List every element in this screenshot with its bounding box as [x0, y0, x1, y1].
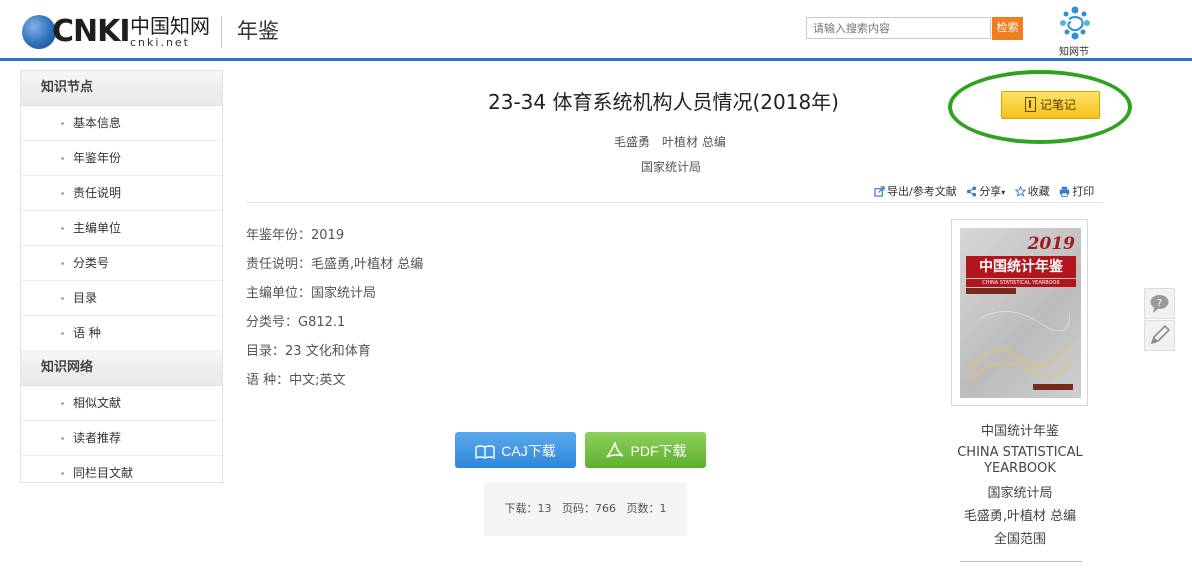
- svg-text:?: ?: [1157, 298, 1162, 309]
- article-organization[interactable]: 国家统计局: [641, 158, 701, 175]
- zhiwangjie-label: 知网节: [1059, 47, 1089, 58]
- divider: [960, 561, 1082, 562]
- sidebar-item-yearbook-year[interactable]: 年鉴年份: [21, 141, 222, 176]
- print-button[interactable]: 打印: [1059, 183, 1094, 199]
- cover-wave-graphic: [970, 311, 1070, 379]
- article-toolbar: 导出/参考文献 分享▾ 收藏 打印: [874, 183, 1100, 201]
- sidebar-item-responsibility[interactable]: 责任说明: [21, 176, 222, 211]
- pencil-icon: [1150, 324, 1171, 345]
- pdf-download-label: PDF下载: [630, 443, 687, 459]
- sidebar-group-title: 知识节点: [21, 71, 222, 106]
- book-scope: 全国范围: [993, 532, 1046, 547]
- article-editors[interactable]: 毛盛勇 叶植材 总编: [614, 133, 726, 150]
- favorite-label: 收藏: [1027, 185, 1050, 198]
- edit-button[interactable]: [1144, 320, 1175, 351]
- left-sidebar: 知识节点 基本信息 年鉴年份 责任说明 主编单位 分类号 目录 语 种 知识网络…: [20, 70, 223, 483]
- metadata-list: 年鉴年份：2019 责任说明：毛盛勇,叶植材 总编 主编单位：国家统计局 分类号…: [246, 226, 423, 400]
- sidebar-item-language[interactable]: 语 种: [21, 316, 222, 351]
- logo-cn: 中国知网: [130, 14, 210, 38]
- meta-value[interactable]: 毛盛勇,叶植材 总编: [311, 257, 423, 272]
- chevron-down-icon: ▾: [1001, 188, 1006, 197]
- meta-key: 语 种：: [246, 373, 290, 388]
- pages-count: 1: [659, 502, 667, 515]
- meta-key: 责任说明：: [246, 257, 312, 272]
- sidebar-item-editor-unit[interactable]: 主编单位: [21, 211, 222, 246]
- notebook-icon: [1024, 97, 1036, 112]
- sidebar-item-basic-info[interactable]: 基本信息: [21, 106, 222, 141]
- meta-value: 中文;英文: [289, 373, 346, 388]
- meta-row-responsibility: 责任说明：毛盛勇,叶植材 总编: [246, 255, 423, 284]
- share-button[interactable]: 分享▾: [966, 183, 1005, 199]
- downloads-count: 13: [537, 502, 552, 515]
- print-label: 打印: [1072, 185, 1095, 198]
- book-cover-image: 2019 中国统计年鉴 CHINA STATISTICAL YEARBOOK: [960, 228, 1081, 398]
- page-label: 页码：: [562, 502, 595, 515]
- star-icon: [1014, 186, 1026, 197]
- pdf-download-button[interactable]: PDF下载: [585, 432, 706, 468]
- header: CNKI 中国知网 cnki.net 年鉴 检索 知网节: [0, 0, 1192, 61]
- zhiwangjie-icon: [1060, 6, 1090, 40]
- sidebar-item-classification[interactable]: 分类号: [21, 246, 222, 281]
- header-divider: [221, 17, 222, 47]
- sidebar-item-contents[interactable]: 目录: [21, 281, 222, 316]
- export-label: 导出/参考文献: [887, 185, 957, 198]
- meta-key: 分类号：: [246, 315, 299, 330]
- meta-key: 年鉴年份：: [246, 228, 312, 243]
- book-open-icon: [475, 445, 495, 460]
- page-title: 23-34 体育系统机构人员情况(2018年): [488, 90, 839, 114]
- book-editors: 毛盛勇,叶植材 总编: [963, 509, 1077, 524]
- cover-subtitle: CHINA STATISTICAL YEARBOOK: [966, 279, 1076, 287]
- export-icon: [874, 186, 885, 197]
- cover-title: 中国统计年鉴: [966, 256, 1076, 278]
- pages-label: 页数：: [626, 502, 660, 515]
- logo-sub: cnki.net: [130, 36, 190, 49]
- take-note-button[interactable]: 记笔记: [1001, 91, 1100, 119]
- meta-row-contents: 目录：23 文化和体育: [246, 342, 423, 371]
- logo-text: CNKI: [52, 14, 131, 49]
- search-input[interactable]: [806, 17, 991, 39]
- meta-value: 2019: [311, 228, 345, 243]
- meta-value[interactable]: 国家统计局: [311, 286, 376, 301]
- divider: [246, 202, 1102, 203]
- sidebar-item-similar[interactable]: 相似文献: [21, 386, 222, 421]
- page-number: 766: [595, 502, 616, 515]
- meta-key: 主编单位：: [246, 286, 312, 301]
- export-button[interactable]: 导出/参考文献: [874, 183, 957, 199]
- sidebar-item-same-column[interactable]: 同栏目文献: [21, 456, 222, 490]
- share-icon: [967, 186, 977, 197]
- zhiwangjie-logo[interactable]: 知网节: [1055, 5, 1099, 58]
- globe-icon: [22, 15, 56, 49]
- meta-value[interactable]: 23 文化和体育: [285, 344, 371, 359]
- book-info: 中国统计年鉴 CHINA STATISTICAL YEARBOOK 国家统计局 …: [946, 420, 1094, 551]
- feedback-button[interactable]: ?: [1144, 288, 1175, 319]
- favorite-button[interactable]: 收藏: [1014, 183, 1050, 199]
- meta-value: G812.1: [298, 315, 346, 330]
- meta-row-classification: 分类号：G812.1: [246, 313, 423, 342]
- download-stats: 下载：13 页码：766 页数：1: [484, 482, 687, 536]
- cnki-logo[interactable]: CNKI 中国知网 cnki.net: [22, 12, 212, 52]
- caj-download-button[interactable]: CAJ下载: [455, 432, 576, 468]
- sidebar-group-title: 知识网络: [21, 351, 222, 386]
- meta-key: 目录：: [246, 344, 286, 359]
- printer-icon: [1059, 186, 1070, 197]
- cover-bar: [966, 288, 1016, 294]
- book-name-cn[interactable]: 中国统计年鉴: [946, 420, 1094, 443]
- book-name-en[interactable]: CHINA STATISTICAL YEARBOOK: [946, 445, 1094, 477]
- book-publisher: 国家统计局: [987, 486, 1053, 501]
- caj-download-label: CAJ下载: [501, 443, 556, 459]
- meta-row-editor-unit: 主编单位：国家统计局: [246, 284, 423, 313]
- search-button[interactable]: 检索: [992, 17, 1023, 40]
- sidebar-item-recommend[interactable]: 读者推荐: [21, 421, 222, 456]
- chat-bubble-icon: ?: [1150, 295, 1169, 313]
- meta-row-language: 语 种：中文;英文: [246, 371, 423, 400]
- cover-publisher-mark: [1033, 384, 1073, 390]
- meta-row-year: 年鉴年份：2019: [246, 226, 423, 255]
- share-label: 分享: [979, 185, 1002, 198]
- downloads-label: 下载：: [504, 502, 538, 515]
- cover-year: 2019: [1027, 234, 1075, 254]
- pdf-icon: [605, 442, 624, 458]
- take-note-label: 记笔记: [1039, 98, 1076, 112]
- section-title: 年鉴: [237, 19, 279, 43]
- book-cover-frame[interactable]: 2019 中国统计年鉴 CHINA STATISTICAL YEARBOOK: [951, 219, 1088, 406]
